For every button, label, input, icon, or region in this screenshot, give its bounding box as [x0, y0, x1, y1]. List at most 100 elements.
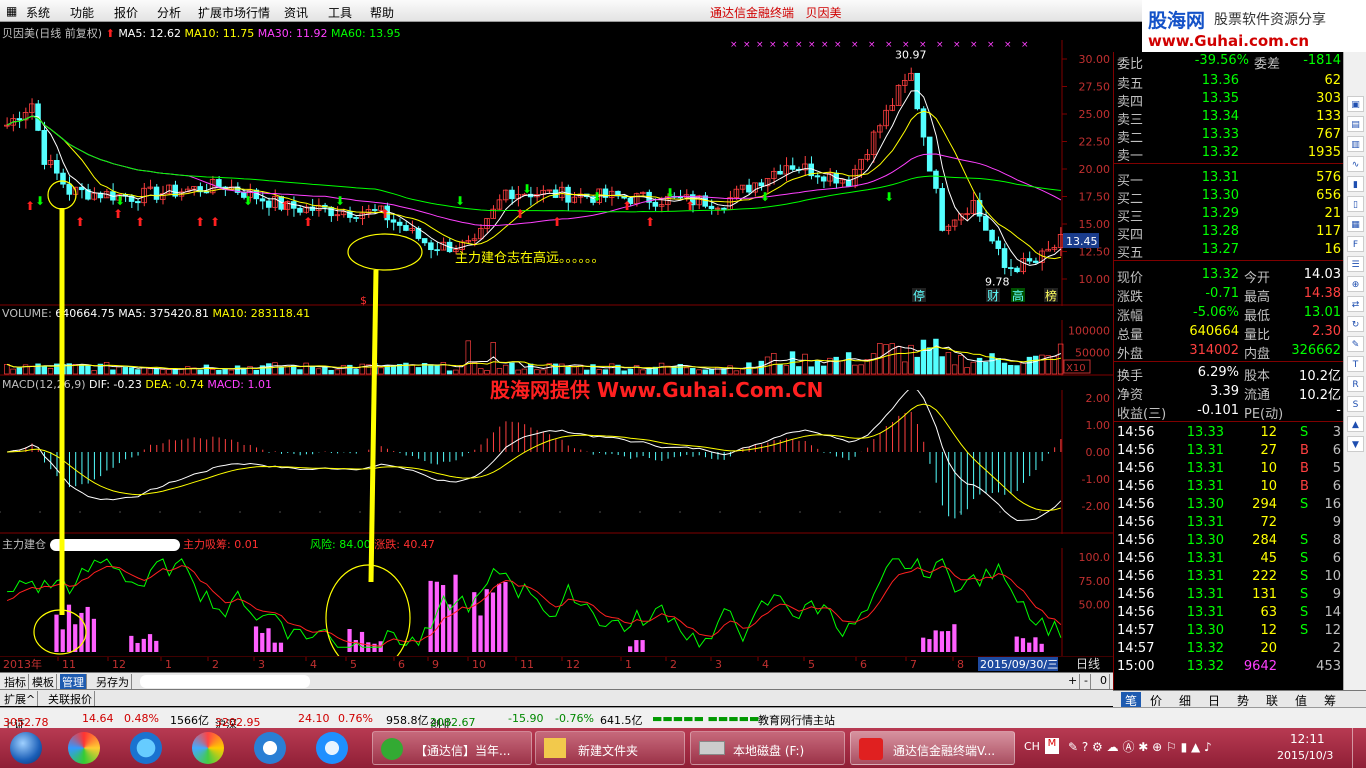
tick-row[interactable]: 14:56 13.31 222 S 10 [1114, 568, 1344, 586]
quote-row-fund[interactable]: 换手 6.29% 股本 10.2亿 [1114, 364, 1344, 384]
clock-date[interactable]: 2015/10/3 [1277, 749, 1333, 762]
volume-value: 640664.75 [55, 307, 115, 320]
list-icon[interactable]: ☰ [1347, 256, 1364, 272]
input-language[interactable]: CH [1024, 740, 1040, 753]
taskbar-item-local-disk[interactable]: 本地磁盘 (F:) [690, 731, 845, 765]
volume-chart[interactable]: 100000 50000 X10 [0, 320, 1113, 376]
app-menu-icon[interactable]: ▦ [6, 4, 17, 18]
quote-row-ask[interactable]: 卖四 13.35 303 [1114, 90, 1344, 110]
app-quick-icon[interactable] [68, 732, 100, 764]
tab-related-quotes[interactable]: 关联报价 [46, 691, 95, 706]
menu-item-system[interactable]: 系统 [26, 4, 50, 21]
quote-row-weibi[interactable]: 委比 -39.56% 委差 -1814 [1114, 52, 1344, 72]
quote-row-ask[interactable]: 卖五 13.36 62 [1114, 72, 1344, 92]
quote-row-ask[interactable]: 卖一 13.32 1935 [1114, 144, 1344, 164]
tab-indicator[interactable]: 指标 [2, 674, 29, 689]
tick-row[interactable]: 14:56 13.30 294 S 16 [1114, 496, 1344, 514]
sell-signal-arrow-icon: ⬇ [884, 190, 894, 204]
zoom-reset-button[interactable]: 0 [1098, 674, 1110, 689]
quote-row-stat[interactable]: 涨幅 -5.06% 最低 13.01 [1114, 304, 1344, 324]
ts-icon[interactable]: T [1347, 356, 1364, 372]
ie-browser-icon[interactable] [130, 732, 162, 764]
tick-row[interactable]: 14:57 13.32 20 2 [1114, 640, 1344, 658]
expand-icon[interactable]: ▲ [1347, 416, 1364, 432]
k-app-icon[interactable] [254, 732, 286, 764]
zoom-out-button[interactable]: - [1082, 674, 1091, 689]
taskbar-item-new-folder[interactable]: 新建文件夹 [535, 731, 685, 765]
tick-row[interactable]: 14:56 13.31 10 B 6 [1114, 478, 1344, 496]
tick-row[interactable]: 14:56 13.31 27 B 6 [1114, 442, 1344, 460]
quote-row-fund[interactable]: 收益(三) -0.101 PE(动) - [1114, 402, 1344, 422]
tick-count: 2 [1332, 641, 1341, 656]
tick-row[interactable]: 14:56 13.31 131 S 9 [1114, 586, 1344, 604]
maximize-icon[interactable]: ▣ [1347, 96, 1364, 112]
clock-time[interactable]: 12:11 [1290, 732, 1325, 746]
quote-row-ask[interactable]: 卖三 13.34 133 [1114, 108, 1344, 128]
cycle-icon[interactable]: ↻ [1347, 316, 1364, 332]
candle-icon[interactable]: ▮ [1347, 176, 1364, 192]
tick-row[interactable]: 14:56 13.31 72 9 [1114, 514, 1344, 532]
collapse-icon[interactable]: ▼ [1347, 436, 1364, 452]
tick-row[interactable]: 14:56 13.31 45 S 6 [1114, 550, 1344, 568]
taskbar-item-tdx-terminal[interactable]: 通达信金融终端V... [850, 731, 1015, 765]
chrome-icon[interactable] [192, 732, 224, 764]
month-label: 3 [715, 658, 722, 671]
zoom-in-button[interactable]: + [1066, 674, 1081, 689]
ime-icon[interactable]: M [1045, 738, 1059, 754]
marker-icon: × [743, 40, 751, 50]
tick-row[interactable]: 14:56 13.33 12 S 3 [1114, 424, 1344, 442]
tab-manage[interactable]: 管理 [60, 674, 87, 689]
menu-item-function[interactable]: 功能 [70, 4, 94, 21]
tick-row[interactable]: 15:00 13.32 9642 453 [1114, 658, 1344, 676]
line-chart-icon[interactable]: ∿ [1347, 156, 1364, 172]
menu-item-tools[interactable]: 工具 [328, 4, 352, 21]
quote-row-stat[interactable]: 外盘 314002 内盘 326662 [1114, 342, 1344, 362]
taskbar-item-tdx-article[interactable]: 【通达信】当年... [372, 731, 532, 765]
tab-save-as[interactable]: 另存为 [94, 674, 132, 689]
menu-item-news[interactable]: 资讯 [284, 4, 308, 21]
show-desktop-button[interactable] [1352, 728, 1366, 768]
window-icon[interactable]: ▤ [1347, 116, 1364, 132]
quote-row-stat[interactable]: 涨跌 -0.71 最高 14.38 [1114, 285, 1344, 305]
macd-chart[interactable]: 2.00 1.00 0.00 -1.00 -2.00 [0, 390, 1113, 534]
tick-row[interactable]: 14:56 13.31 10 B 5 [1114, 460, 1344, 478]
menu-item-quote[interactable]: 报价 [114, 4, 138, 21]
tick-row[interactable]: 14:57 13.30 12 S 12 [1114, 622, 1344, 640]
draw-icon[interactable]: ✎ [1347, 336, 1364, 352]
menu-item-analysis[interactable]: 分析 [157, 4, 181, 21]
cmp-icon[interactable]: ⇄ [1347, 296, 1364, 312]
price-tick-label: 20.00 [1079, 163, 1111, 176]
quote-row-stat[interactable]: 总量 640664 量比 2.30 [1114, 323, 1344, 343]
quote-row-bid[interactable]: 买三 13.29 21 [1114, 205, 1344, 225]
rsi-icon[interactable]: R [1347, 376, 1364, 392]
ask-price: 13.35 [1201, 91, 1239, 106]
quote-row-fund[interactable]: 净资 3.39 流通 10.2亿 [1114, 383, 1344, 403]
zljc-chart[interactable]: 100.0 75.00 50.00 [0, 548, 1113, 656]
bar-icon[interactable]: ▯ [1347, 196, 1364, 212]
quote-row-ask[interactable]: 卖二 13.33 767 [1114, 126, 1344, 146]
tick-price: 13.31 [1186, 587, 1224, 602]
quote-row-bid[interactable]: 买五 13.27 16 [1114, 241, 1344, 261]
start-button-icon[interactable] [10, 732, 42, 764]
grid-icon[interactable]: ▦ [1347, 216, 1364, 232]
zoom-icon[interactable]: ⊕ [1347, 276, 1364, 292]
browser-360-icon[interactable] [316, 732, 348, 764]
menu-item-help[interactable]: 帮助 [370, 4, 394, 21]
menu-item-extended-market[interactable]: 扩展市场行情 [198, 4, 270, 21]
quote-row-bid[interactable]: 买二 13.30 656 [1114, 187, 1344, 207]
tab-template[interactable]: 模板 [30, 674, 57, 689]
sar-icon[interactable]: S [1347, 396, 1364, 412]
absorb-bar [91, 618, 97, 652]
quote-row-bid[interactable]: 买一 13.31 576 [1114, 169, 1344, 189]
chart-icon[interactable]: ▥ [1347, 136, 1364, 152]
quote-row-bid[interactable]: 买四 13.28 117 [1114, 223, 1344, 243]
tab-extension[interactable]: 扩展^ [2, 691, 39, 706]
tick-row[interactable]: 14:56 13.31 63 S 14 [1114, 604, 1344, 622]
stat-label: 最低 [1244, 309, 1271, 324]
volume-bar [845, 352, 852, 375]
tray-icons[interactable]: ✎ ? ⚙ ☁ Ⓐ ✱ ⊕ ⚐ ▮ ▲ ♪ [1068, 738, 1212, 755]
price-chart[interactable]: 30.0027.5025.0022.5020.0017.5015.0012.50… [0, 40, 1113, 306]
quote-row-stat[interactable]: 现价 13.32 今开 14.03 [1114, 266, 1344, 286]
tick-row[interactable]: 14:56 13.30 284 S 8 [1114, 532, 1344, 550]
f10-icon[interactable]: F [1347, 236, 1364, 252]
